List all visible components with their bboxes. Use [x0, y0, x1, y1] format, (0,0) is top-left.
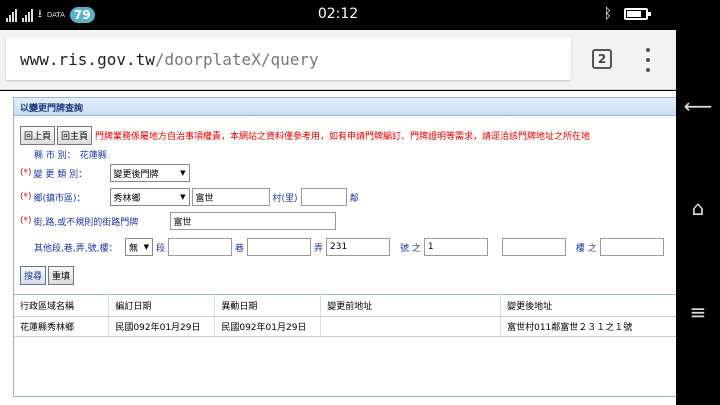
- other-row: 其他段,巷,弄,號,樓： 無 ▼ 段 巷 弄 231 號 之 1 樓 之: [34, 238, 664, 256]
- panel-title: 以變更門牌查詢: [14, 98, 676, 116]
- cell-change-date: 民國092年01月29日: [214, 316, 322, 337]
- cell-assign-date: 民國092年01月29日: [108, 316, 216, 337]
- required-mark: (*): [20, 192, 32, 202]
- chevron-down-icon: ▼: [180, 193, 186, 201]
- status-right: ᛒ: [603, 6, 651, 22]
- tab-switcher-button[interactable]: 2: [592, 49, 612, 69]
- query-panel: 以變更門牌查詢 回上頁 回主頁 門牌業務係屬地方自治事項權責，本網站之資料僅參考…: [13, 97, 676, 397]
- township-label: 鄉(鎮市區)：: [33, 193, 86, 204]
- county-value: 花蓮縣: [79, 151, 107, 161]
- table-header-row: 行政區域名稱 編訂日期 異動日期 變更前地址 變更後地址: [14, 294, 676, 317]
- home-button[interactable]: 回主頁: [57, 126, 93, 145]
- reset-button[interactable]: 重填: [48, 266, 75, 285]
- change-type-value: 變更後門牌: [113, 169, 159, 180]
- required-mark: (*): [20, 216, 32, 226]
- search-button[interactable]: 搜尋: [20, 266, 47, 285]
- lane-input[interactable]: [247, 238, 312, 256]
- other-select-value: 無: [129, 243, 139, 254]
- street-row: (*) 街,路,或不規則的街路門牌 富世: [20, 212, 336, 230]
- menu-icon[interactable]: ≡: [676, 300, 720, 324]
- home-icon[interactable]: ⌂: [676, 196, 720, 220]
- url-host: www.ris.gov.tw: [20, 49, 155, 69]
- lane-label: 巷: [235, 243, 245, 254]
- other-select[interactable]: 無 ▼: [125, 238, 153, 256]
- street-label: 街,路,或不規則的街路門牌: [33, 217, 139, 228]
- bluetooth-icon: ᛒ: [603, 6, 612, 22]
- number-label: 號 之: [400, 243, 421, 254]
- other-label: 其他段,巷,弄,號,樓：: [34, 243, 118, 254]
- header-assign-date: 編訂日期: [108, 294, 216, 317]
- village-input[interactable]: 富世: [191, 188, 270, 206]
- url-path: /doorplateX/query: [154, 49, 319, 69]
- floor-label: 樓 之: [575, 243, 597, 254]
- required-mark: (*): [20, 168, 32, 178]
- back-button[interactable]: 回上頁: [20, 126, 56, 145]
- battery-icon: [624, 8, 651, 20]
- header-new-address: 變更後地址: [500, 294, 676, 317]
- results-table: 行政區域名稱 編訂日期 異動日期 變更前地址 變更後地址 花蓮縣秀林鄉 民國09…: [14, 294, 676, 337]
- url-field[interactable]: www.ris.gov.tw/doorplateX/query: [6, 38, 571, 80]
- back-icon[interactable]: ⟵: [676, 94, 720, 118]
- village-label: 村(里): [272, 193, 298, 204]
- browser-toolbar: www.ris.gov.tw/doorplateX/query 2: [0, 30, 676, 90]
- alley-input[interactable]: 231: [326, 238, 391, 256]
- neighbor-label: 鄰: [349, 193, 359, 204]
- clock: 02:12: [317, 6, 359, 22]
- township-value: 秀林鄉: [113, 193, 141, 204]
- floor-pre-input[interactable]: [501, 238, 566, 256]
- section-label: 段: [156, 243, 166, 254]
- table-row: 花蓮縣秀林鄉 民國092年01月29日 民國092年01月29日 富世村011鄰…: [14, 316, 676, 337]
- township-select[interactable]: 秀林鄉 ▼: [109, 188, 190, 206]
- submit-row: 搜尋 重填: [20, 266, 75, 285]
- action-row: 回上頁 回主頁 門牌業務係屬地方自治事項權責，本網站之資料僅參考用，如有申請門牌…: [20, 126, 590, 145]
- alley-label: 弄: [314, 243, 324, 254]
- cell-region: 花蓮縣秀林鄉: [14, 316, 110, 337]
- nav-bar: ⟵ ⌂ ≡: [676, 0, 720, 405]
- number-input[interactable]: 1: [423, 238, 488, 256]
- cell-new-address: 富世村011鄰富世２３１之１號: [500, 316, 676, 337]
- floor-input[interactable]: [599, 238, 664, 256]
- status-bar: ⭳ DATA 79 02:12 ᛒ: [0, 0, 676, 30]
- county-label: 縣 市 別：: [34, 151, 76, 161]
- chevron-down-icon: ▼: [180, 169, 186, 177]
- township-row: (*) 鄉(鎮市區)： 秀林鄉 ▼ 富世 村(里) 鄰: [20, 188, 362, 206]
- section-input[interactable]: [168, 238, 233, 256]
- header-old-address: 變更前地址: [320, 294, 502, 317]
- chevron-down-icon: ▼: [143, 243, 149, 251]
- neighbor-input[interactable]: [300, 188, 347, 206]
- header-change-date: 異動日期: [214, 294, 322, 317]
- change-type-row: (*) 變 更 類 別： 變更後門牌 ▼: [20, 164, 190, 182]
- county-row: 縣 市 別： 花蓮縣: [34, 148, 107, 161]
- cell-old-address: [320, 316, 502, 337]
- overflow-menu-icon[interactable]: [643, 48, 653, 72]
- header-region: 行政區域名稱: [14, 294, 110, 317]
- street-input[interactable]: 富世: [169, 212, 336, 230]
- change-type-select[interactable]: 變更後門牌 ▼: [109, 164, 190, 182]
- page-content: 以變更門牌查詢 回上頁 回主頁 門牌業務係屬地方自治事項權責，本網站之資料僅參考…: [0, 91, 676, 405]
- notice-text: 門牌業務係屬地方自治事項權責，本網站之資料僅參考用，如有申請門牌編訂、門牌證明等…: [95, 132, 591, 142]
- change-type-label: 變 更 類 別：: [33, 169, 88, 180]
